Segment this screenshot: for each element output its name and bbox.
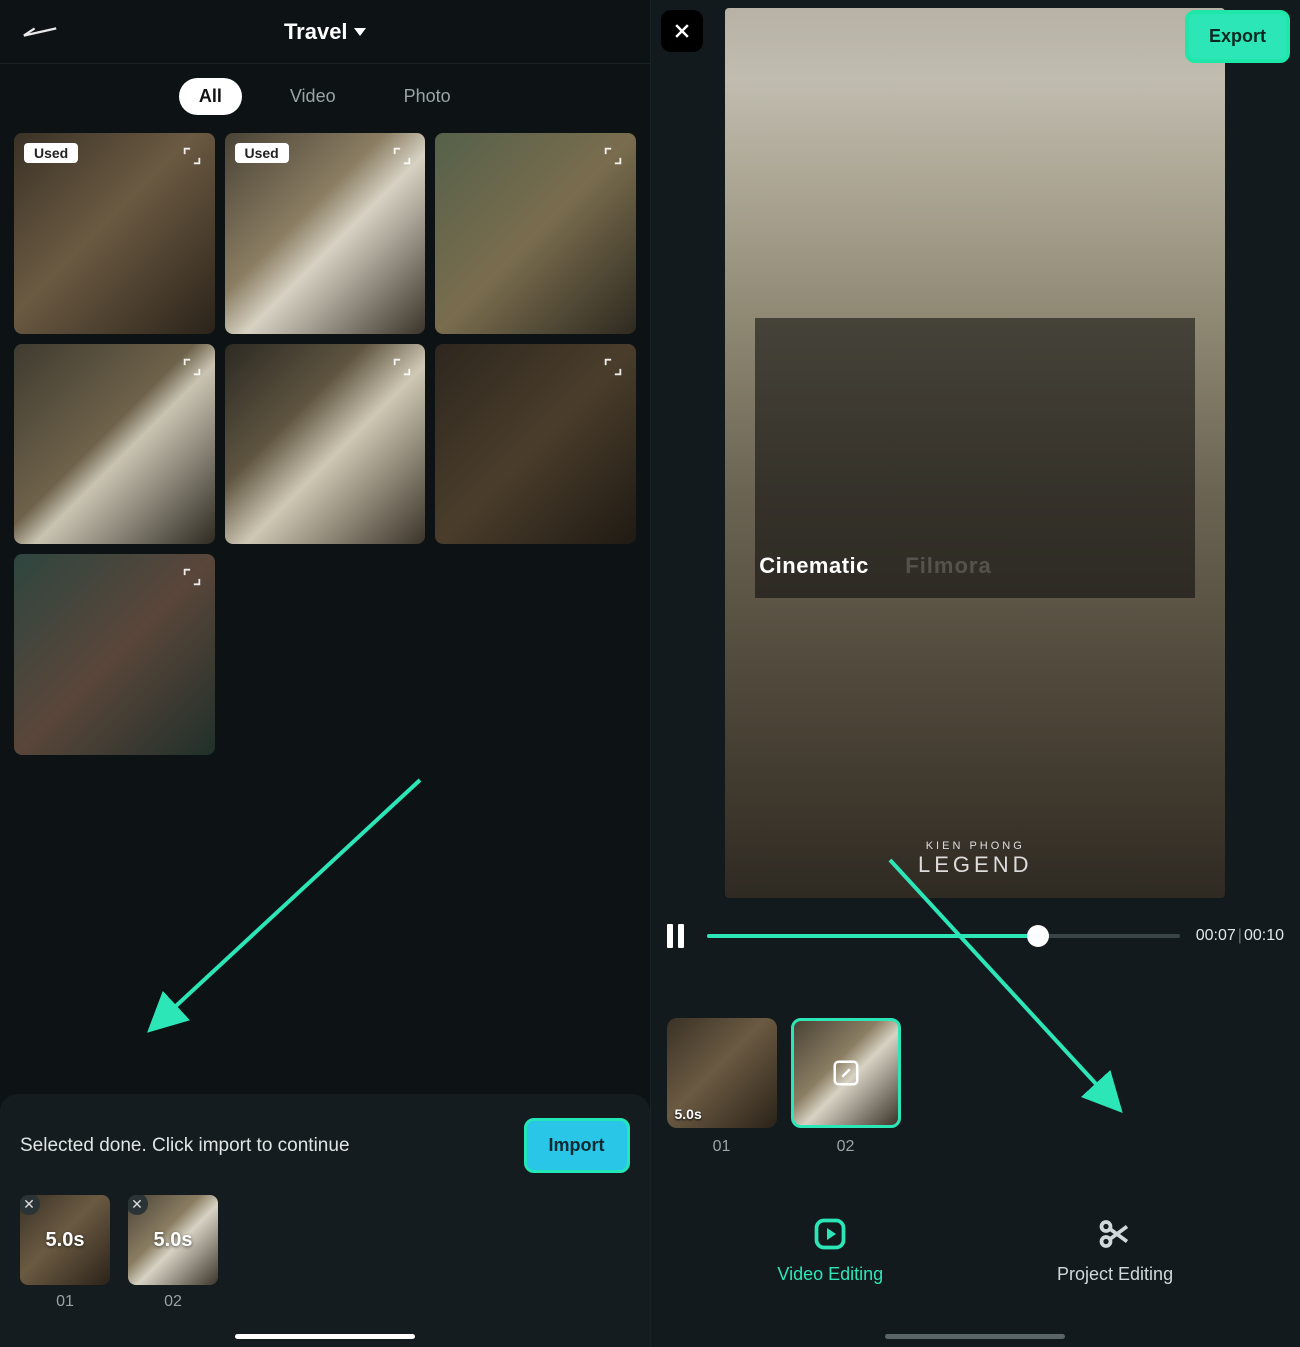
clip-duration: 5.0s bbox=[20, 1195, 110, 1285]
media-grid: Used Used bbox=[0, 133, 650, 755]
export-button[interactable]: Export bbox=[1185, 10, 1290, 63]
album-dropdown[interactable]: Travel bbox=[284, 19, 366, 45]
home-indicator bbox=[235, 1334, 415, 1339]
overlay-text-cinematic: Cinematic bbox=[759, 553, 869, 579]
editor-preview-pane: Export Cinematic Filmora KIEN PHONG LEGE… bbox=[651, 0, 1300, 1347]
selection-panel: Selected done. Click import to continue … bbox=[0, 1094, 650, 1347]
time-display: 00:07|00:10 bbox=[1196, 927, 1284, 945]
album-title: Travel bbox=[284, 19, 348, 45]
tab-all[interactable]: All bbox=[179, 78, 242, 115]
used-badge: Used bbox=[235, 143, 289, 163]
clip-duration: 5.0s bbox=[675, 1106, 702, 1122]
scrubber-knob[interactable] bbox=[1027, 925, 1049, 947]
expand-icon[interactable] bbox=[391, 145, 413, 167]
import-button[interactable]: Import bbox=[524, 1118, 630, 1173]
close-button[interactable] bbox=[661, 10, 703, 52]
media-thumb[interactable] bbox=[14, 554, 215, 755]
play-box-icon bbox=[812, 1216, 848, 1252]
expand-icon[interactable] bbox=[181, 356, 203, 378]
scrubber[interactable] bbox=[707, 934, 1180, 938]
media-thumb[interactable]: Used bbox=[14, 133, 215, 334]
expand-icon[interactable] bbox=[391, 356, 413, 378]
media-thumb[interactable] bbox=[14, 344, 215, 545]
overlay-text-filmora: Filmora bbox=[905, 553, 991, 579]
tab-video[interactable]: Video bbox=[270, 78, 356, 115]
media-thumb[interactable] bbox=[435, 344, 636, 545]
clip-duration: 5.0s bbox=[128, 1195, 218, 1285]
media-picker-pane: Travel All Video Photo Used Used bbox=[0, 0, 651, 1347]
chevron-down-icon bbox=[354, 28, 366, 36]
media-type-tabs: All Video Photo bbox=[0, 64, 650, 133]
selected-clip[interactable]: ✕ 5.0s 02 bbox=[128, 1195, 218, 1311]
media-thumb[interactable] bbox=[435, 133, 636, 334]
scissors-icon bbox=[1097, 1216, 1133, 1252]
picker-header: Travel bbox=[0, 0, 650, 64]
clip-index-label: 01 bbox=[56, 1293, 74, 1311]
back-button[interactable] bbox=[20, 22, 60, 42]
timeline-clip[interactable]: 02 bbox=[791, 1018, 901, 1156]
timeline-clip[interactable]: 5.0s 01 bbox=[667, 1018, 777, 1156]
used-badge: Used bbox=[24, 143, 78, 163]
expand-icon[interactable] bbox=[602, 145, 624, 167]
video-editing-button[interactable]: Video Editing bbox=[777, 1216, 883, 1285]
pause-icon[interactable] bbox=[667, 924, 691, 948]
watermark: KIEN PHONG LEGEND bbox=[918, 840, 1032, 878]
playback-controls: 00:07|00:10 bbox=[651, 906, 1300, 948]
selected-clips-row: ✕ 5.0s 01 ✕ 5.0s 02 bbox=[20, 1195, 630, 1311]
media-thumb[interactable]: Used bbox=[225, 133, 426, 334]
home-indicator bbox=[885, 1334, 1065, 1339]
project-editing-button[interactable]: Project Editing bbox=[1057, 1216, 1173, 1285]
edit-icon bbox=[831, 1058, 861, 1088]
selected-clip[interactable]: ✕ 5.0s 01 bbox=[20, 1195, 110, 1311]
media-thumb[interactable] bbox=[225, 344, 426, 545]
video-preview[interactable]: Cinematic Filmora KIEN PHONG LEGEND bbox=[725, 8, 1225, 898]
clip-index-label: 01 bbox=[713, 1138, 731, 1156]
clip-index-label: 02 bbox=[837, 1138, 855, 1156]
editor-mode-actions: Video Editing Project Editing bbox=[651, 1176, 1300, 1345]
expand-icon[interactable] bbox=[602, 356, 624, 378]
expand-icon[interactable] bbox=[181, 145, 203, 167]
clip-index-label: 02 bbox=[164, 1293, 182, 1311]
selection-hint: Selected done. Click import to continue bbox=[20, 1135, 350, 1157]
timeline-clips: 5.0s 01 02 bbox=[651, 948, 1300, 1176]
tab-photo[interactable]: Photo bbox=[384, 78, 471, 115]
expand-icon[interactable] bbox=[181, 566, 203, 588]
